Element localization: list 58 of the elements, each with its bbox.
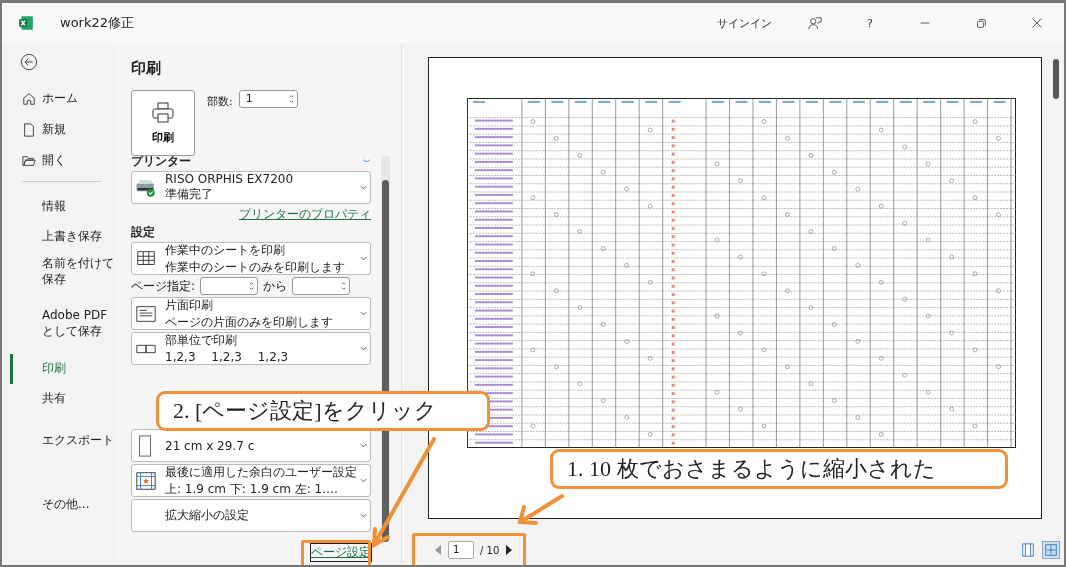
callout: 2. [ページ設定]をクリック [156, 391, 490, 431]
settings-dropdown[interactable]: 最後に適用した余白のユーザー設定 上: 1.9 cm 下: 1.9 cm 左: 1.… [131, 464, 371, 497]
chevron-down-icon [360, 311, 367, 316]
nav-item[interactable]: Adobe PDF として保存 [10, 304, 115, 344]
printer-icon [151, 101, 175, 125]
panel-title: 印刷 [131, 59, 162, 78]
nav-item[interactable]: その他... [10, 490, 115, 520]
page-total: / 10 [480, 544, 500, 556]
nav-item[interactable]: 開く [2, 145, 115, 176]
settings-dropdown[interactable]: 片面印刷 ページの片面のみを印刷します [131, 297, 371, 330]
page-from-spinner[interactable] [200, 277, 259, 295]
spin-arrows-icon [341, 280, 347, 292]
section-heading: プリンター [131, 156, 191, 169]
nav-item[interactable]: 新規 [2, 114, 115, 145]
margins-icon [135, 469, 157, 492]
section-heading: 設定 [131, 225, 156, 240]
nav-item[interactable]: エクスポート [10, 426, 115, 456]
chevron-down-icon [360, 256, 367, 261]
folder-icon [22, 153, 36, 168]
home-icon [22, 91, 36, 106]
previous-page-icon[interactable] [434, 544, 442, 556]
chevron-down-icon [360, 443, 367, 448]
chevron-icon[interactable] [362, 159, 371, 164]
printer-properties-link[interactable]: プリンターのプロパティ [239, 206, 371, 223]
settings-dropdown[interactable]: 拡大縮小の設定 [131, 499, 371, 532]
callout: 1. 10 枚でおさまるように縮小された [550, 449, 1008, 489]
next-page-icon[interactable] [505, 544, 514, 556]
page-number-field[interactable]: 1 [448, 541, 474, 559]
document-icon [22, 122, 36, 137]
nav-item[interactable]: 上書き保存 [10, 222, 115, 252]
chevron-down-icon [360, 185, 367, 190]
nav-item[interactable]: ホーム [2, 83, 115, 114]
highlight-frame [301, 540, 371, 565]
sign-in-button[interactable]: サインイン [709, 11, 780, 35]
chevron-down-icon [360, 346, 367, 351]
to-label: から [263, 277, 288, 295]
nav-item[interactable]: 情報 [10, 192, 115, 222]
settings-dropdown[interactable]: 21 cm x 29.7 c [131, 429, 371, 462]
settings-dropdown[interactable]: 部単位で印刷 1,2,3 1,2,3 1,2,3 [131, 332, 371, 365]
pages-label: ページ指定: [131, 277, 196, 295]
nav-item[interactable]: 名前を付けて保存 [10, 252, 115, 292]
page-margins-icon[interactable] [1020, 542, 1036, 558]
copies-spinner[interactable]: 1 [238, 90, 298, 108]
nav-item[interactable]: 共有 [10, 384, 115, 414]
excel-logo-icon [18, 15, 34, 31]
window-title: work22修正 [60, 14, 134, 32]
callout-arrow [517, 494, 564, 525]
copies-label: 部数: [207, 94, 233, 109]
help-button[interactable]: ? [850, 12, 890, 34]
settings-dropdown[interactable]: 作業中のシートを印刷 作業中のシートのみを印刷します [131, 242, 371, 275]
printer-dropdown[interactable]: RISO ORPHIS EX7200 準備完了 [131, 171, 371, 204]
spin-arrows-icon [288, 93, 294, 105]
spin-arrows-icon [249, 280, 255, 292]
chevron-down-icon [360, 478, 367, 483]
zoom-to-page-icon[interactable] [1042, 541, 1060, 559]
print-button[interactable]: 印刷 [131, 90, 195, 156]
page-to-spinner[interactable] [292, 277, 351, 295]
chevron-down-icon [360, 513, 367, 518]
